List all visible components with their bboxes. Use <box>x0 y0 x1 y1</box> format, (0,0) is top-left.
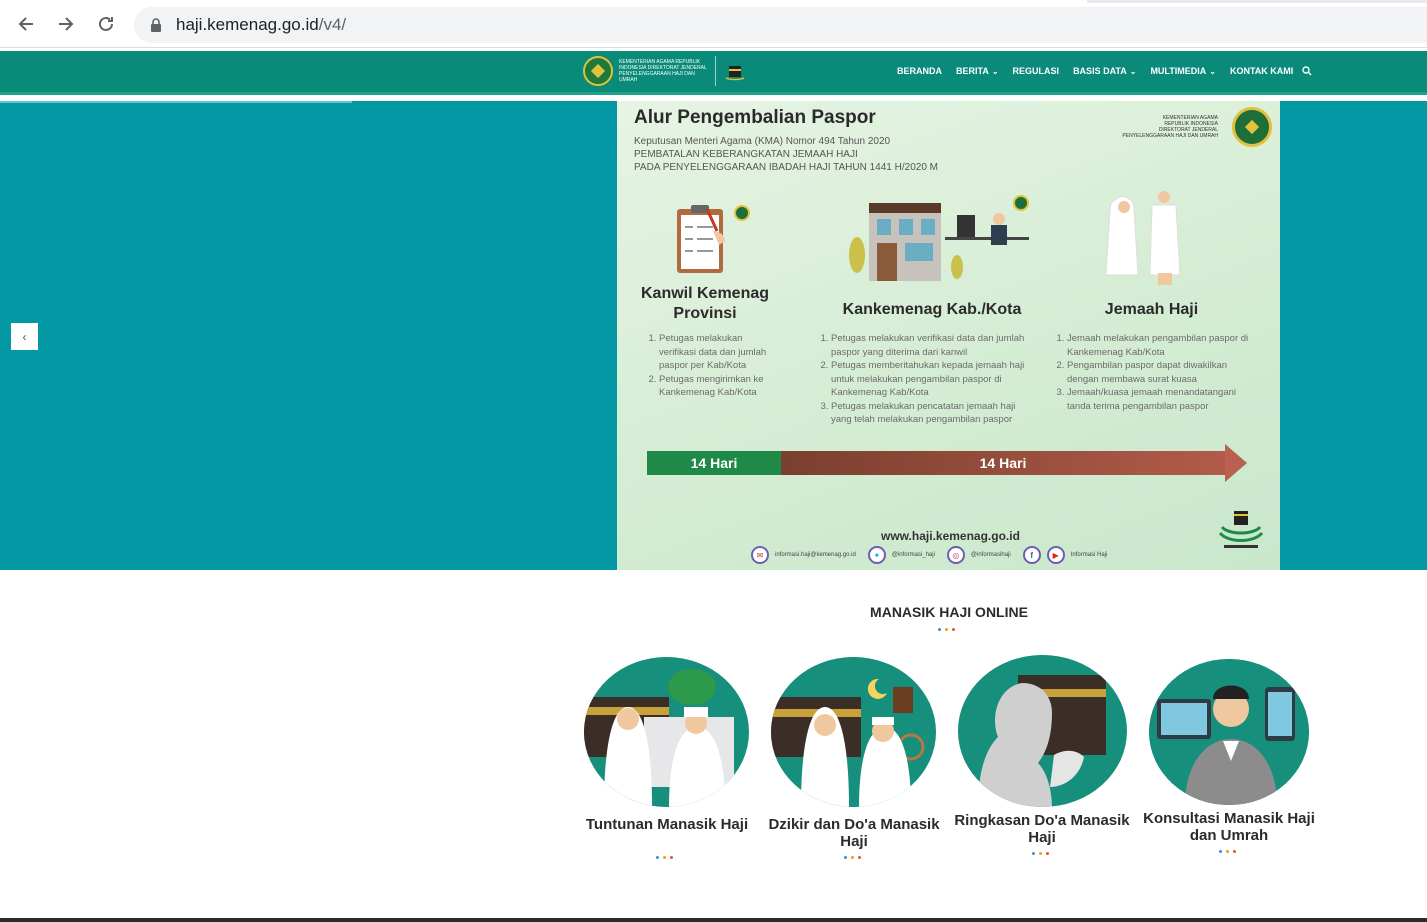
poster-subtitle: Keputusan Menteri Agama (KMA) Nomor 494 … <box>634 135 994 174</box>
dzikir-illustration <box>771 657 936 807</box>
lock-icon <box>150 18 162 32</box>
back-button[interactable] <box>12 10 40 38</box>
arrow-head-icon <box>1225 444 1247 482</box>
list-item: Petugas melakukan verifikasi data dan ju… <box>831 332 1037 359</box>
social-label: @informasi_haji <box>891 552 935 558</box>
ringkasan-illustration <box>958 655 1127 807</box>
kemenag-seal-icon <box>1232 107 1272 147</box>
poster-socials: ✉ informasi.haji@kemenag.go.id ✦ @inform… <box>751 546 1113 564</box>
nav-label: KONTAK KAMI <box>1229 66 1294 76</box>
agency-line: PENYELENGGARAAN HAJI DAN UMRAH <box>1122 133 1218 139</box>
url-path: /v4/ <box>318 15 347 34</box>
chevron-left-icon: ‹ <box>22 329 27 344</box>
tab-strip-edge <box>1087 0 1427 3</box>
search-icon[interactable] <box>1302 66 1312 76</box>
poster-title: Alur Pengembalian Paspor <box>634 107 876 128</box>
list-item: Jemaah/kuasa jemaah menandatangani tanda… <box>1067 386 1259 413</box>
column-title: Jemaah Haji <box>1104 301 1199 318</box>
column-list: Petugas melakukan verifikasi data dan ju… <box>817 332 1037 427</box>
office-illustration <box>849 195 1029 281</box>
kemenag-emblem-icon <box>583 56 613 86</box>
list-item: Petugas melakukan pencatatan jemaah haji… <box>831 400 1037 427</box>
nav-label: REGULASI <box>1012 66 1060 76</box>
card-dots <box>1219 850 1236 853</box>
slider-progress <box>0 101 352 103</box>
pilgrims-illustration <box>1105 191 1181 285</box>
reload-button[interactable] <box>92 10 120 38</box>
nav-berita[interactable]: BERITA ⌄ <box>956 66 999 76</box>
list-item: Pengambilan paspor dapat diwakilkan deng… <box>1067 359 1259 386</box>
chevron-down-icon: ⌄ <box>1209 66 1216 76</box>
instagram-icon: ◎ <box>946 546 965 564</box>
main-menu: BERANDA BERITA ⌄ REGULASI BASIS DATA ⌄ MUL… <box>897 66 1307 76</box>
chevron-down-icon: ⌄ <box>991 66 999 76</box>
slide-poster[interactable]: Alur Pengembalian Paspor Keputusan Mente… <box>617 101 1280 570</box>
column-list: Jemaah melakukan pengambilan paspor di K… <box>1053 332 1259 413</box>
column-list: Petugas melakukan verifikasi data dan ju… <box>645 332 773 400</box>
timeline-stage-1: 14 Hari <box>647 451 781 475</box>
nav-multimedia[interactable]: MULTIMEDIA ⌄ <box>1150 66 1216 76</box>
card-dots <box>656 856 673 859</box>
nav-regulasi[interactable]: REGULASI <box>1013 66 1060 76</box>
site-navbar: KEMENTERIAN AGAMA REPUBLIK INDONESIA DIR… <box>0 51 1427 95</box>
list-item: Petugas mengirimkan ke Kankemenag Kab/Ko… <box>659 373 773 400</box>
site-logo[interactable]: KEMENTERIAN AGAMA REPUBLIK INDONESIA DIR… <box>583 56 746 86</box>
nav-beranda[interactable]: BERANDA <box>897 66 942 76</box>
card-label: Dzikir dan Do'a Manasik Haji <box>768 816 940 850</box>
url-text: haji.kemenag.go.id/v4/ <box>176 15 346 35</box>
footer-edge <box>0 918 1427 922</box>
list-item: Petugas melakukan verifikasi data dan ju… <box>659 332 773 373</box>
nav-kontak-kami[interactable]: KONTAK KAMI <box>1230 66 1293 76</box>
social-label: Informasi Haji <box>1070 552 1108 558</box>
poster-subtitle-line: PADA PENYELENGGARAAN IBADAH HAJI TAHUN 1… <box>634 162 938 173</box>
arrow-right-icon <box>59 17 74 31</box>
card-dots <box>1032 852 1049 855</box>
poster-website: www.haji.kemenag.go.id <box>881 529 1020 543</box>
kaaba-logo-icon <box>725 66 745 81</box>
nav-label: BERITA <box>956 66 989 76</box>
timeline-arrow: 14 Hari 14 Hari <box>647 444 1247 482</box>
hero-slider: ‹ Alur Pengembalian Paspor Keputusan Men… <box>0 101 1427 570</box>
logo-text: KEMENTERIAN AGAMA REPUBLIK INDONESIA DIR… <box>619 59 707 83</box>
poster-subtitle-line: PEMBATALAN KEBERANGKATAN JEMAAH HAJI <box>634 149 858 160</box>
email-icon: ✉ <box>751 546 769 564</box>
facebook-icon: f <box>1022 546 1041 564</box>
arrow-left-icon <box>18 17 33 31</box>
column-title: Kankemenag Kab./Kota <box>842 301 1022 318</box>
nav-label: MULTIMEDIA <box>1150 66 1207 76</box>
nav-label: BERANDA <box>897 66 942 76</box>
clipboard-illustration <box>677 205 750 273</box>
list-item: Jemaah melakukan pengambilan paspor di K… <box>1067 332 1259 359</box>
address-bar[interactable]: haji.kemenag.go.id/v4/ <box>134 7 1427 43</box>
nav-label: BASIS DATA <box>1073 66 1127 76</box>
tuntunan-illustration <box>584 657 749 807</box>
social-label: @informasihaji <box>970 552 1011 558</box>
column-title: Kanwil Kemenag Provinsi <box>640 285 770 322</box>
card-label: Konsultasi Manasik Haji dan Umrah <box>1143 810 1315 844</box>
chevron-down-icon: ⌄ <box>1129 66 1137 76</box>
twitter-icon: ✦ <box>867 546 886 564</box>
poster-subtitle-line: Keputusan Menteri Agama (KMA) Nomor 494 … <box>634 136 891 147</box>
card-label: Tuntunan Manasik Haji <box>585 816 749 833</box>
logo-divider <box>715 56 716 86</box>
section-title: MANASIK HAJI ONLINE <box>870 604 1028 620</box>
url-host: haji.kemenag.go.id <box>176 15 319 34</box>
youtube-icon: ▶ <box>1046 546 1065 564</box>
poster-agency: KEMENTERIAN AGAMA REPUBLIK INDONESIA DIR… <box>1108 115 1218 139</box>
timeline-stage-2: 14 Hari <box>781 451 1225 475</box>
reload-icon <box>99 16 113 31</box>
kaaba-badge-icon <box>1218 511 1264 548</box>
konsultasi-illustration <box>1149 659 1309 805</box>
forward-button[interactable] <box>52 10 80 38</box>
browser-toolbar: haji.kemenag.go.id/v4/ <box>0 0 1427 48</box>
title-dots <box>938 628 955 631</box>
social-label: informasi.haji@kemenag.go.id <box>775 552 856 558</box>
nav-basis-data[interactable]: BASIS DATA ⌄ <box>1073 66 1136 76</box>
card-dots <box>844 856 861 859</box>
list-item: Petugas memberitahukan kepada jemaah haj… <box>831 359 1037 400</box>
card-label: Ringkasan Do'a Manasik Haji <box>954 812 1130 846</box>
slider-prev-button[interactable]: ‹ <box>11 323 38 350</box>
